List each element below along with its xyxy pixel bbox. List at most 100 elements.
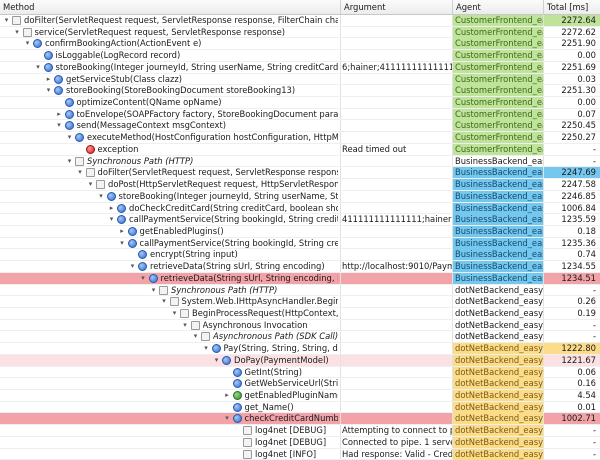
table-row[interactable]: ▾ System.Web.IHttpAsyncHandler.BeginProce… [0, 296, 600, 308]
method-cell: ▸ toEnvelope(SOAPFactory factory, StoreBo… [0, 109, 338, 120]
method-label: GetWebServiceUrl(String, St [244, 378, 339, 389]
table-row[interactable]: ▾ Synchronous Path (HTTP) dotNetBackend_ea… [0, 284, 600, 297]
header-argument[interactable]: Argument [341, 0, 453, 15]
expand-toggle-icon[interactable]: ▾ [149, 286, 158, 295]
table-row[interactable]: ▾ BeginProcessRequest(HttpContext, AsyncC… [0, 307, 600, 320]
table-row[interactable]: optimizeContent(QName opName) CustomerFro… [0, 97, 600, 109]
method-cell: ▾ storeBooking(Integer journeyId, String … [0, 191, 338, 202]
collapse-toggle-icon[interactable]: ▸ [55, 110, 64, 119]
table-row[interactable]: ▸ getEnabledPluginNames() dotNetBackend_ea… [0, 390, 600, 402]
expand-toggle-icon[interactable]: ▾ [34, 63, 43, 72]
expand-toggle-icon[interactable]: ▾ [128, 262, 137, 271]
expand-toggle-icon[interactable]: ▾ [202, 344, 211, 353]
total-cell: 2251.30 [561, 85, 596, 96]
table-row[interactable]: log4net [INFO] Had response: Valid - Cred… [0, 448, 600, 460]
argument-cell [341, 191, 452, 202]
agent-cell: BusinessBackend_easy... [453, 272, 543, 284]
argument-cell [341, 74, 452, 85]
expand-toggle-icon[interactable]: ▾ [170, 309, 179, 318]
table-row[interactable]: ▾ DoPay(PaymentModel) dotNetBackend_easyT.… [0, 354, 600, 367]
table-row[interactable]: ▾ storeBooking(Integer journeyId, String … [0, 61, 600, 74]
column-divider [452, 390, 453, 401]
column-divider [543, 413, 544, 425]
expand-toggle-icon[interactable]: ▾ [139, 274, 148, 283]
column-divider [543, 26, 544, 38]
expand-toggle-icon[interactable]: ▾ [65, 157, 74, 166]
expand-toggle-icon[interactable]: ▾ [181, 321, 190, 330]
total-cell: 0.74 [577, 249, 596, 260]
table-row[interactable]: ▾ confirmBookingAction(ActionEvent e) Cust… [0, 38, 600, 51]
table-row[interactable]: log4net [DEBUG] Attempting to connect to … [0, 425, 600, 437]
expand-toggle-icon[interactable]: ▾ [23, 39, 32, 48]
method-label: getServiceStub(Class clazz) [66, 73, 183, 84]
table-row[interactable]: isLoggable(LogRecord record) CustomerFron… [0, 50, 600, 62]
table-row[interactable]: ▾ service(ServletRequest request, Servlet… [0, 26, 600, 39]
table-row[interactable]: ▾ checkCreditCardNumber(St dotNetBackend_e… [0, 413, 600, 426]
collapse-toggle-icon[interactable]: ▸ [118, 227, 127, 236]
table-row[interactable]: GetInt(String) dotNetBackend_easyT... 0.06 [0, 366, 600, 379]
expand-toggle-icon[interactable]: ▾ [44, 86, 53, 95]
total-cell: - [592, 425, 596, 436]
column-divider [543, 50, 544, 61]
table-row[interactable]: get_Name() dotNetBackend_easyT... 0.01 [0, 401, 600, 414]
table-row[interactable]: ▾ Asynchronous Invocation dotNetBackend_ea… [0, 319, 600, 332]
header-method[interactable]: Method [0, 0, 341, 15]
expand-toggle-icon[interactable]: ▾ [76, 168, 85, 177]
table-row[interactable]: ▸ getServiceStub(Class clazz) CustomerFron… [0, 73, 600, 86]
table-row[interactable]: ▾ Asynchronous Path (SDK Call) dotNetBacke… [0, 331, 600, 344]
expand-toggle-icon[interactable]: ▾ [97, 192, 106, 201]
column-divider [340, 436, 341, 448]
column-divider [340, 50, 341, 61]
table-row[interactable]: ▾ callPaymentService(String bookingId, St… [0, 214, 600, 226]
table-row[interactable]: ▸ doCheckCreditCard(String creditCard, bo… [0, 202, 600, 215]
table-row[interactable]: exception Read timed out CustomerFrontend_… [0, 143, 600, 156]
expand-toggle-icon[interactable]: ▾ [2, 16, 11, 25]
expand-toggle-icon[interactable]: ▾ [107, 215, 116, 224]
table-row[interactable]: ▾ doFilter(ServletRequest request, Servle… [0, 167, 600, 180]
table-row[interactable]: log4net [DEBUG] Connected to pipe. 1 serv… [0, 436, 600, 449]
table-row[interactable]: ▾ doPost(HttpServletRequest request, Http… [0, 179, 600, 191]
agent-cell: CustomerFrontend_eas... [453, 120, 543, 132]
table-row[interactable]: ▾ storeBooking(StoreBookingDocument store… [0, 85, 600, 98]
table-row[interactable]: ▾ executeMethod(HostConfiguration hostCon… [0, 132, 600, 144]
table-row[interactable]: ▾ retrieveData(String sUrl, String encodi… [0, 272, 600, 285]
table-row[interactable]: ▸ toEnvelope(SOAPFactory factory, StoreBo… [0, 108, 600, 121]
total-cell: 4.54 [577, 390, 596, 400]
agent-cell: dotNetBackend_easyT... [455, 331, 543, 342]
method-label: storeBooking(Integer journeyId, String u… [118, 190, 339, 201]
agent-cell: CustomerFrontend_eas... [453, 73, 543, 85]
table-row[interactable]: GetWebServiceUrl(String, St dotNetBackend… [0, 378, 600, 390]
column-divider [452, 50, 453, 61]
expand-toggle-icon[interactable]: ▾ [65, 133, 74, 142]
header-total[interactable]: Total [ms] [544, 0, 600, 15]
expand-toggle-icon[interactable]: ▾ [223, 414, 232, 423]
table-row[interactable]: ▾ doFilter(ServletRequest request, Servle… [0, 15, 600, 27]
expand-toggle-icon[interactable]: ▾ [191, 332, 200, 341]
table-row[interactable]: ▾ send(MessageContext msgContext) Customer… [0, 120, 600, 133]
expand-toggle-icon[interactable]: ▾ [13, 28, 22, 37]
expand-toggle-icon[interactable]: ▾ [212, 356, 221, 365]
method-label: toEnvelope(SOAPFactory factory, StoreBoo… [76, 108, 339, 119]
table-row[interactable]: ▾ retrieveData(String sUrl, String encodi… [0, 261, 600, 273]
collapse-toggle-icon[interactable]: ▸ [44, 75, 53, 84]
table-row[interactable]: ▾ callPaymentService(String bookingId, St… [0, 237, 600, 250]
agent-cell: BusinessBackend_easy... [453, 237, 543, 249]
method-label: getEnabledPlugins() [139, 225, 224, 236]
collapse-toggle-icon[interactable]: ▸ [107, 204, 116, 213]
table-row[interactable]: encrypt(String input) BusinessBackend_eas… [0, 249, 600, 262]
expand-toggle-icon[interactable]: ▾ [55, 121, 64, 130]
total-cell: 0.00 [577, 50, 596, 61]
table-row[interactable]: ▾ Synchronous Path (HTTP) BusinessBackend_… [0, 155, 600, 168]
collapse-toggle-icon[interactable]: ▸ [223, 391, 232, 400]
expand-toggle-icon[interactable]: ▾ [118, 239, 127, 248]
column-divider [452, 413, 453, 425]
expand-toggle-icon[interactable]: ▾ [160, 297, 169, 306]
header-agent[interactable]: Agent [453, 0, 544, 15]
table-row[interactable]: ▾ Pay(String, String, String, decimal dotN… [0, 343, 600, 355]
table-row[interactable]: ▾ storeBooking(Integer journeyId, String … [0, 190, 600, 203]
expand-toggle-icon[interactable]: ▾ [86, 180, 95, 189]
node-icon [201, 332, 210, 342]
argument-cell [341, 378, 452, 389]
table-row[interactable]: ▸ getEnabledPlugins() BusinessBackend_easy… [0, 225, 600, 238]
